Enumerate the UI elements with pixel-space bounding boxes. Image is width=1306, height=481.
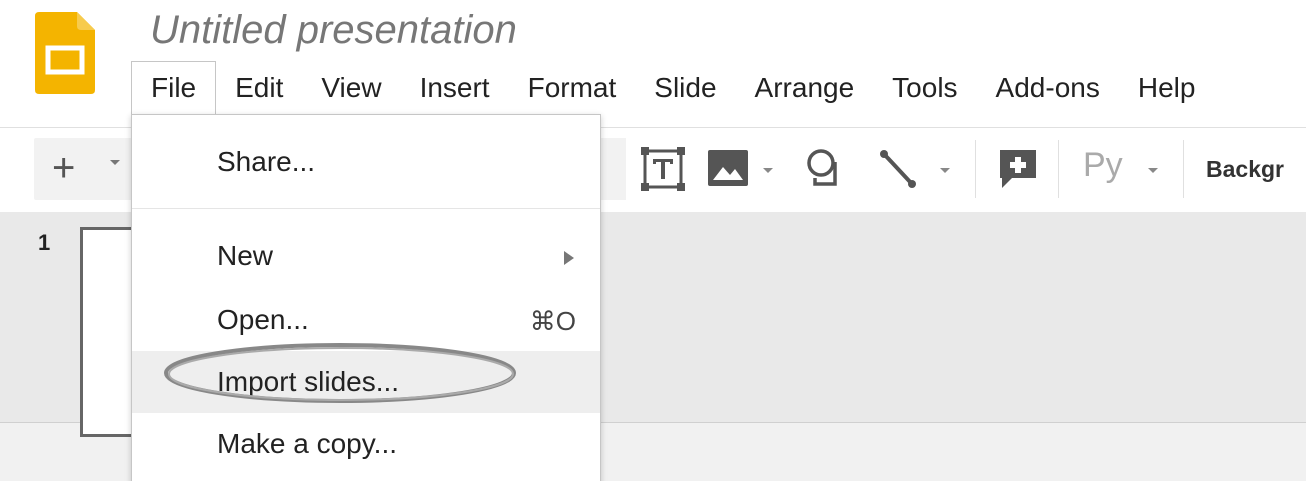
menu-item-label: Share... bbox=[217, 146, 316, 177]
comment-icon[interactable] bbox=[998, 148, 1038, 190]
slide-number: 1 bbox=[38, 230, 51, 255]
font-chevron-down-icon[interactable] bbox=[1148, 168, 1158, 173]
menu-add-ons[interactable]: Add-ons bbox=[977, 62, 1119, 114]
menu-item-make-a-copy[interactable]: Make a copy... bbox=[132, 415, 600, 475]
menu-item-label: New bbox=[217, 240, 274, 271]
line-chevron-down-icon[interactable] bbox=[940, 168, 950, 173]
image-chevron-down-icon[interactable] bbox=[763, 168, 773, 173]
new-slide-button[interactable]: + bbox=[34, 138, 134, 200]
toolbar-separator bbox=[1058, 140, 1059, 198]
menu-item-label: Make a copy... bbox=[217, 428, 398, 459]
menu-divider bbox=[132, 208, 600, 209]
menu-arrange[interactable]: Arrange bbox=[736, 62, 874, 114]
background-button[interactable]: Backgr bbox=[1206, 156, 1284, 183]
menu-insert[interactable]: Insert bbox=[401, 62, 509, 114]
menu-view[interactable]: View bbox=[302, 62, 400, 114]
chevron-down-icon[interactable] bbox=[110, 160, 120, 165]
new-slide-icon: + bbox=[52, 146, 76, 190]
slides-logo-icon bbox=[35, 12, 95, 94]
menu-item-share[interactable]: Share... bbox=[132, 133, 600, 193]
toolbar-separator bbox=[975, 140, 976, 198]
menu-help[interactable]: Help bbox=[1119, 62, 1215, 114]
line-icon[interactable] bbox=[878, 148, 918, 190]
shape-icon[interactable] bbox=[805, 148, 847, 190]
menu-format[interactable]: Format bbox=[509, 62, 636, 114]
submenu-arrow-icon bbox=[564, 251, 574, 265]
annotation-ellipse bbox=[164, 343, 516, 403]
textbox-icon[interactable] bbox=[641, 146, 685, 192]
file-menu-dropdown: Share... New Open... ⌘O Import slides...… bbox=[131, 114, 601, 481]
menu-edit[interactable]: Edit bbox=[216, 62, 302, 114]
menu-item-label: Open... bbox=[217, 304, 309, 335]
menu-bar: File Edit View Insert Format Slide Arran… bbox=[131, 61, 1215, 115]
menu-tools[interactable]: Tools bbox=[873, 62, 976, 114]
image-icon[interactable] bbox=[708, 150, 748, 186]
document-title[interactable]: Untitled presentation bbox=[150, 8, 517, 53]
menu-slide[interactable]: Slide bbox=[635, 62, 735, 114]
toolbar-separator bbox=[1183, 140, 1184, 198]
menu-file[interactable]: File bbox=[131, 61, 217, 115]
toolbar-group-hidden bbox=[600, 138, 626, 200]
font-button[interactable]: Py bbox=[1083, 146, 1123, 185]
shortcut-label: ⌘O bbox=[529, 306, 576, 336]
menu-item-new[interactable]: New bbox=[132, 227, 600, 287]
